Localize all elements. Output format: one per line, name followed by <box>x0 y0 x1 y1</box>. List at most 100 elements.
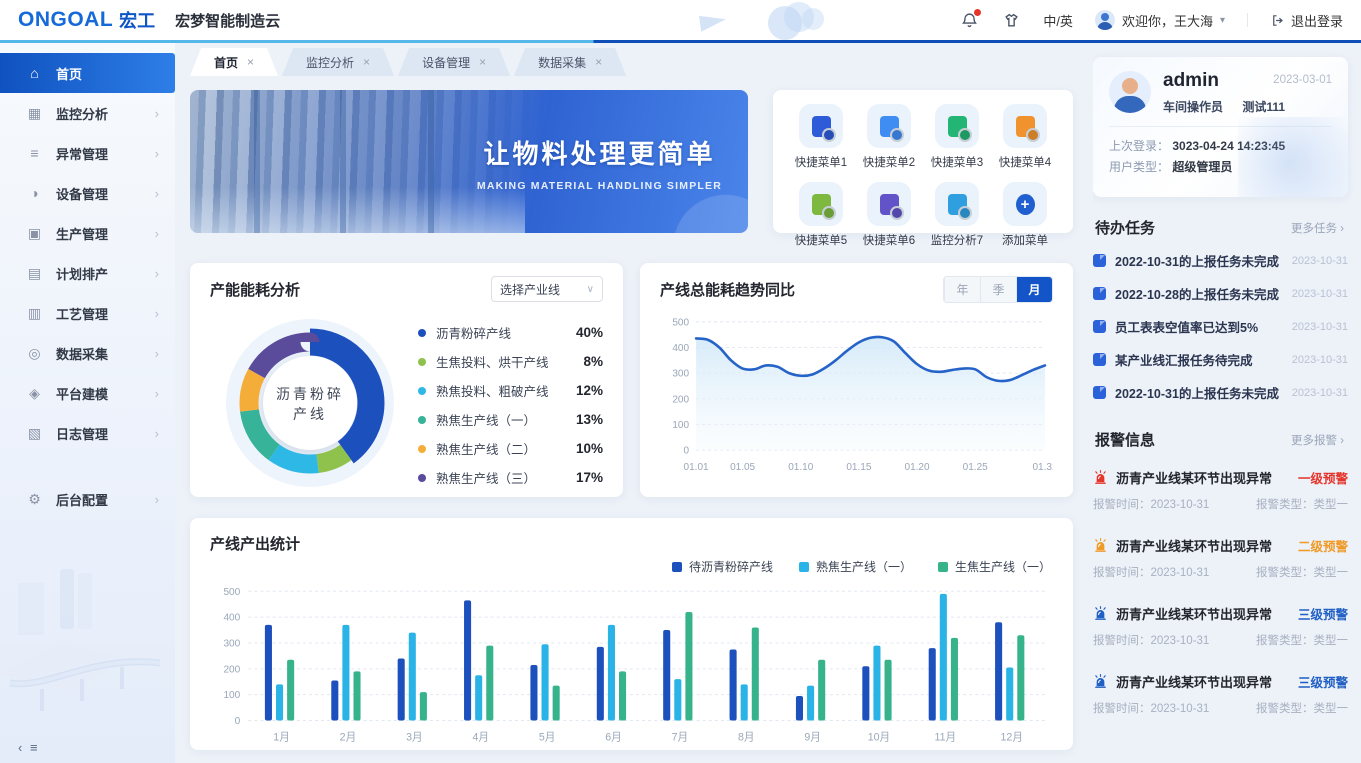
panel-title: 产线产出统计 <box>210 533 1053 554</box>
sidebar-item[interactable]: ⌂ 首页 › <box>0 53 175 93</box>
quick-menu-item[interactable]: 快捷菜单4 <box>995 104 1055 170</box>
quick-menu-item[interactable]: 快捷菜单1 <box>791 104 851 170</box>
tab-close-icon[interactable]: × <box>247 55 254 69</box>
legend-swatch <box>799 562 809 572</box>
tab[interactable]: 首页 × <box>190 48 278 76</box>
alarm-type: 报警类型：类型一 <box>1256 496 1348 512</box>
todo-date: 2023-10-31 <box>1292 387 1348 399</box>
sidebar-item[interactable]: ⚙ 后台配置 › <box>0 479 175 519</box>
tab-close-icon[interactable]: × <box>479 55 486 69</box>
quick-menu-icon-badge <box>1028 130 1038 140</box>
todo-text: 2022-10-31的上报任务未完成 <box>1115 383 1279 402</box>
notification-bell-icon[interactable] <box>959 10 979 30</box>
tab[interactable]: 监控分析 × <box>282 48 394 76</box>
todo-item[interactable]: 员工表表空值率已达到5% 2023-10-31 <box>1093 310 1348 343</box>
tab-close-icon[interactable]: × <box>595 55 602 69</box>
svg-text:300: 300 <box>223 639 240 650</box>
legend-dot <box>418 416 426 424</box>
range-button[interactable]: 季 <box>980 277 1016 302</box>
user-menu[interactable]: 欢迎你，王大海 ▾ <box>1095 10 1225 30</box>
quick-menu-icon <box>1003 104 1047 148</box>
chevron-right-icon: › <box>155 226 159 241</box>
svg-text:400: 400 <box>223 613 240 624</box>
tab[interactable]: 数据采集 × <box>514 48 626 76</box>
quick-menu-item[interactable]: 监控分析7 <box>927 182 987 248</box>
sidebar-item[interactable]: ▤ 计划排产 › <box>0 253 175 293</box>
quick-menu-item[interactable]: + 添加菜单 <box>995 182 1055 248</box>
svg-text:0: 0 <box>235 716 241 727</box>
quick-menu-item[interactable]: 快捷菜单5 <box>791 182 851 248</box>
sidebar-item-icon: ◈ <box>26 385 43 402</box>
alarm-item[interactable]: 沥青产业线某环节出现异常 一级预警 报警时间：2023-10-31 报警类型：类… <box>1093 456 1348 524</box>
sidebar-item[interactable]: ▥ 工艺管理 › <box>0 293 175 333</box>
sidebar-item[interactable]: ◈ 平台建模 › <box>0 373 175 413</box>
quick-menu-icon <box>935 104 979 148</box>
chevron-right-icon: › <box>155 386 159 401</box>
svg-text:100: 100 <box>223 690 240 701</box>
quick-menu-grid: 快捷菜单1 快捷菜单2 <box>791 104 1055 248</box>
todo-item[interactable]: 2022-10-28的上报任务未完成 2023-10-31 <box>1093 277 1348 310</box>
range-button[interactable]: 月 <box>1016 277 1052 302</box>
alarm-item[interactable]: 沥青产业线某环节出现异常 三级预警 报警时间：2023-10-31 报警类型：类… <box>1093 592 1348 660</box>
logout-button[interactable]: 退出登录 <box>1270 11 1343 30</box>
todo-item[interactable]: 2022-10-31的上报任务未完成 2023-10-31 <box>1093 244 1348 277</box>
banner-subtitle: MAKING MATERIAL HANDLING SIMPLER <box>477 180 722 192</box>
sidebar-item[interactable]: ▦ 监控分析 › <box>0 93 175 133</box>
collapse-sidebar-icon[interactable]: ‹ ≡ <box>18 740 40 755</box>
quick-menu-item[interactable]: 快捷菜单6 <box>859 182 919 248</box>
sidebar-item[interactable]: ▧ 日志管理 › <box>0 413 175 453</box>
logo: ONGOAL <box>18 8 113 32</box>
quick-menu-icon: + <box>1003 182 1047 226</box>
alarm-time: 报警时间：2023-10-31 <box>1093 496 1209 512</box>
chevron-right-icon: › <box>155 186 159 201</box>
svg-text:200: 200 <box>223 664 240 675</box>
task-file-icon <box>1093 254 1106 267</box>
quick-menu-item[interactable]: 快捷菜单2 <box>859 104 919 170</box>
right-panel: admin 2023-03-01 车间操作员 测试111 上次登录： 3023-… <box>1093 43 1361 763</box>
quick-menu-item[interactable]: 快捷菜单3 <box>927 104 987 170</box>
theme-skin-icon[interactable] <box>1001 10 1021 30</box>
sidebar-item[interactable]: ▣ 生产管理 › <box>0 213 175 253</box>
sidebar-item[interactable]: ≡ 异常管理 › <box>0 133 175 173</box>
profile-name: admin <box>1163 71 1219 91</box>
legend-label: 沥青粉碎产线 <box>436 323 511 342</box>
more-alarms-link[interactable]: 更多报警 › <box>1291 432 1344 448</box>
bar-chart-legend: 待沥青粉碎产线 熟焦生产线（一） 生焦生产线（一） <box>672 558 1051 575</box>
range-button[interactable]: 年 <box>944 277 980 302</box>
more-tasks-link[interactable]: 更多任务 › <box>1291 220 1344 236</box>
energy-analysis-panel: 产能能耗分析 选择产业线 ∨ 沥青粉碎 产线 <box>190 263 623 497</box>
alarm-item[interactable]: 沥青产业线某环节出现异常 三级预警 报警时间：2023-10-31 报警类型：类… <box>1093 660 1348 727</box>
todo-item[interactable]: 某产业线汇报任务待完成 2023-10-31 <box>1093 343 1348 376</box>
sidebar-item[interactable]: ◎ 数据采集 › <box>0 333 175 373</box>
quick-menu-label: 快捷菜单5 <box>795 232 847 248</box>
quick-menu-icon-badge <box>892 130 902 140</box>
divider <box>1247 13 1248 27</box>
chevron-down-icon: ∨ <box>587 284 594 295</box>
legend-value: 40% <box>576 325 603 340</box>
quick-menu-card: 快捷菜单1 快捷菜单2 <box>773 90 1073 233</box>
sidebar-item-label: 监控分析 <box>56 104 108 123</box>
sidebar-item-label: 数据采集 <box>56 344 108 363</box>
legend-row: 沥青粉碎产线 40% <box>418 318 603 347</box>
donut-center-label: 沥青粉碎 <box>276 386 344 402</box>
production-line-select[interactable]: 选择产业线 ∨ <box>491 276 603 302</box>
svg-text:01.20: 01.20 <box>905 462 930 473</box>
tab[interactable]: 设备管理 × <box>398 48 510 76</box>
chevron-down-icon: ▾ <box>1220 15 1225 26</box>
profile-avatar <box>1109 71 1151 113</box>
tab-close-icon[interactable]: × <box>363 55 370 69</box>
alarm-item[interactable]: 沥青产业线某环节出现异常 二级预警 报警时间：2023-10-31 报警类型：类… <box>1093 524 1348 592</box>
legend-item: 生焦生产线（一） <box>938 558 1051 575</box>
sidebar-item-icon: ≡ <box>26 145 43 161</box>
sidebar-item[interactable]: ◑ 设备管理 › <box>0 173 175 213</box>
quick-menu-label: 快捷菜单3 <box>931 154 983 170</box>
svg-text:01.31: 01.31 <box>1032 462 1053 473</box>
language-toggle[interactable]: 中/英 <box>1043 11 1073 30</box>
quick-menu-label: 监控分析7 <box>931 232 983 248</box>
banner[interactable]: 让物料处理更简单 MAKING MATERIAL HANDLING SIMPLE… <box>190 90 748 233</box>
legend-label: 熟焦投料、粗破产线 <box>436 381 549 400</box>
task-file-icon <box>1093 353 1106 366</box>
app-header: ONGOAL 宏工 宏梦智能制造云 中/英 欢迎你，王大海 ▾ 退 <box>0 0 1361 40</box>
main-content: 首页 × 监控分析 × 设备管理 × 数据采集 × <box>175 43 1093 763</box>
todo-item[interactable]: 2022-10-31的上报任务未完成 2023-10-31 <box>1093 376 1348 409</box>
